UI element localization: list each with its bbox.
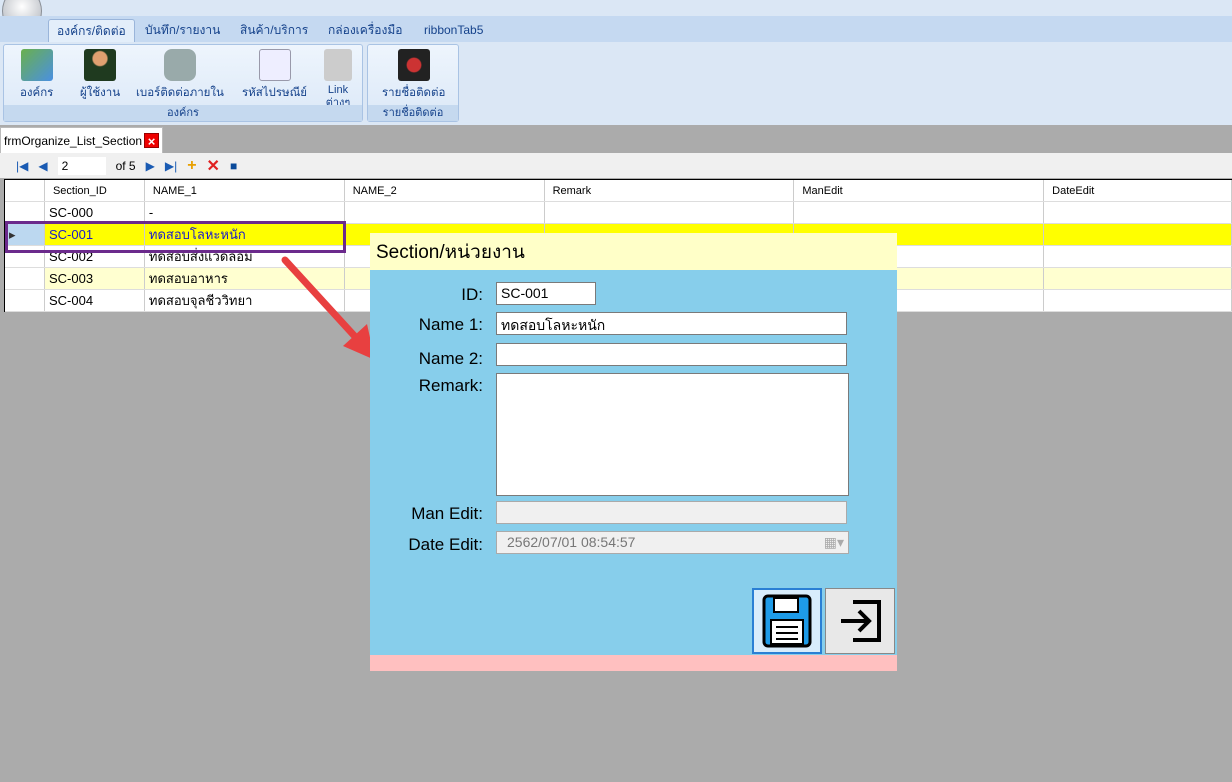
id-label: ID: xyxy=(461,285,483,304)
tab-records[interactable]: บันทึก/รายงาน xyxy=(137,19,228,42)
header-row: Section_ID NAME_1 NAME_2 Remark ManEdit … xyxy=(5,180,1232,202)
label: ผู้ใช้งาน xyxy=(80,87,121,99)
floppy-disk-icon xyxy=(762,594,812,648)
internal-phone-button[interactable]: เบอร์ติดต่อภายใน xyxy=(136,49,224,102)
selection-highlight-annotation xyxy=(5,221,346,253)
link-icon xyxy=(324,49,352,81)
remark-label: Remark: xyxy=(418,376,483,395)
section-edit-dialog: Section/หน่วยงาน ID: SC-001 Name 1: ทดสอ… xyxy=(370,233,897,671)
last-record-icon[interactable]: ▶| xyxy=(165,159,177,173)
column-header[interactable]: NAME_2 xyxy=(345,180,545,201)
ribbon: องค์กร/ติดต่อ บันทึก/รายงาน สินค้า/บริกา… xyxy=(0,0,1232,125)
label: เบอร์ติดต่อภายใน xyxy=(136,87,224,99)
phone-icon xyxy=(163,49,196,81)
envelope-icon xyxy=(258,49,291,81)
previous-record-icon[interactable]: ◀ xyxy=(38,159,47,173)
tab-organization[interactable]: องค์กร/ติดต่อ xyxy=(48,19,135,42)
building-icon xyxy=(20,49,53,81)
group-label: องค์กร xyxy=(4,105,362,121)
links-button[interactable]: Link ต่างๆ xyxy=(322,49,354,110)
ribbon-group-organization: องค์กร ผู้ใช้งาน เบอร์ติดต่อภายใน รหัสไป… xyxy=(3,44,363,122)
organization-button[interactable]: องค์กร xyxy=(20,49,53,102)
close-icon[interactable]: × xyxy=(144,133,160,149)
column-header[interactable]: Section_ID xyxy=(45,180,145,201)
label: รายชื่อติดต่อ xyxy=(382,87,446,99)
name1-field[interactable]: ทดสอบโลหะหนัก xyxy=(496,312,847,335)
tab-products[interactable]: สินค้า/บริการ xyxy=(232,19,316,42)
document-tab[interactable]: frmOrganize_List_Section × xyxy=(0,127,164,153)
ribbon-tabs: องค์กร/ติดต่อ บันทึก/รายงาน สินค้า/บริกา… xyxy=(0,16,1232,42)
dateedit-label: Date Edit: xyxy=(408,535,483,554)
column-header[interactable]: DateEdit xyxy=(1044,180,1232,201)
tab-tools[interactable]: กล่องเครื่องมือ xyxy=(320,19,410,42)
id-field[interactable]: SC-001 xyxy=(496,282,596,305)
cell[interactable]: - xyxy=(145,202,345,223)
delete-icon[interactable]: ✕ xyxy=(207,156,220,176)
name2-label: Name 2: xyxy=(418,349,483,368)
dateedit-picker: 2562/07/01 08:54:57 ▦▾ xyxy=(496,531,849,554)
ribbon-group-contacts: รายชื่อติดต่อ รายชื่อติดต่อ xyxy=(367,44,459,122)
dialog-title: Section/หน่วยงาน xyxy=(370,233,897,270)
name1-label: Name 1: xyxy=(418,315,483,334)
cell[interactable]: SC-003 xyxy=(45,268,145,289)
dialog-footer xyxy=(370,655,897,671)
save-icon[interactable]: ■ xyxy=(230,159,237,173)
next-record-icon[interactable]: ▶ xyxy=(146,159,155,173)
column-header[interactable]: NAME_1 xyxy=(145,180,345,201)
cell[interactable]: SC-004 xyxy=(45,290,145,311)
column-header[interactable]: ManEdit xyxy=(794,180,1045,201)
name2-field[interactable] xyxy=(496,343,847,366)
navigator-toolbar: |◀ ◀ 2 of 5 ▶ ▶| + ✕ ■ xyxy=(0,153,1232,178)
dateedit-value: 2562/07/01 08:54:57 xyxy=(507,534,636,550)
manedit-field xyxy=(496,501,847,524)
cell[interactable]: SC-000 xyxy=(45,202,145,223)
group-label: รายชื่อติดต่อ xyxy=(368,105,458,121)
arrow-annotation-icon xyxy=(281,256,375,360)
remark-field[interactable] xyxy=(496,373,849,496)
save-button[interactable] xyxy=(752,588,822,654)
record-count: of 5 xyxy=(115,158,136,173)
calendar-dropdown-icon: ▦▾ xyxy=(823,534,844,550)
position-input[interactable]: 2 xyxy=(57,156,106,175)
exit-button[interactable] xyxy=(825,588,895,654)
exit-icon xyxy=(841,600,881,642)
label: รหัสไปรษณีย์ xyxy=(242,87,308,99)
column-header[interactable]: Remark xyxy=(545,180,795,201)
contacts-button[interactable]: รายชื่อติดต่อ xyxy=(382,49,445,102)
label: องค์กร xyxy=(20,87,54,99)
add-icon[interactable]: + xyxy=(187,157,196,175)
postal-code-button[interactable]: รหัสไปรษณีย์ xyxy=(242,49,307,102)
users-button[interactable]: ผู้ใช้งาน xyxy=(80,49,120,102)
user-icon xyxy=(84,49,117,81)
contacts-icon xyxy=(397,49,430,81)
document-tab-label: frmOrganize_List_Section xyxy=(4,133,143,148)
manedit-label: Man Edit: xyxy=(411,504,483,523)
tab-ribbontab5[interactable]: ribbonTab5 xyxy=(416,19,491,42)
first-record-icon[interactable]: |◀ xyxy=(16,159,28,173)
